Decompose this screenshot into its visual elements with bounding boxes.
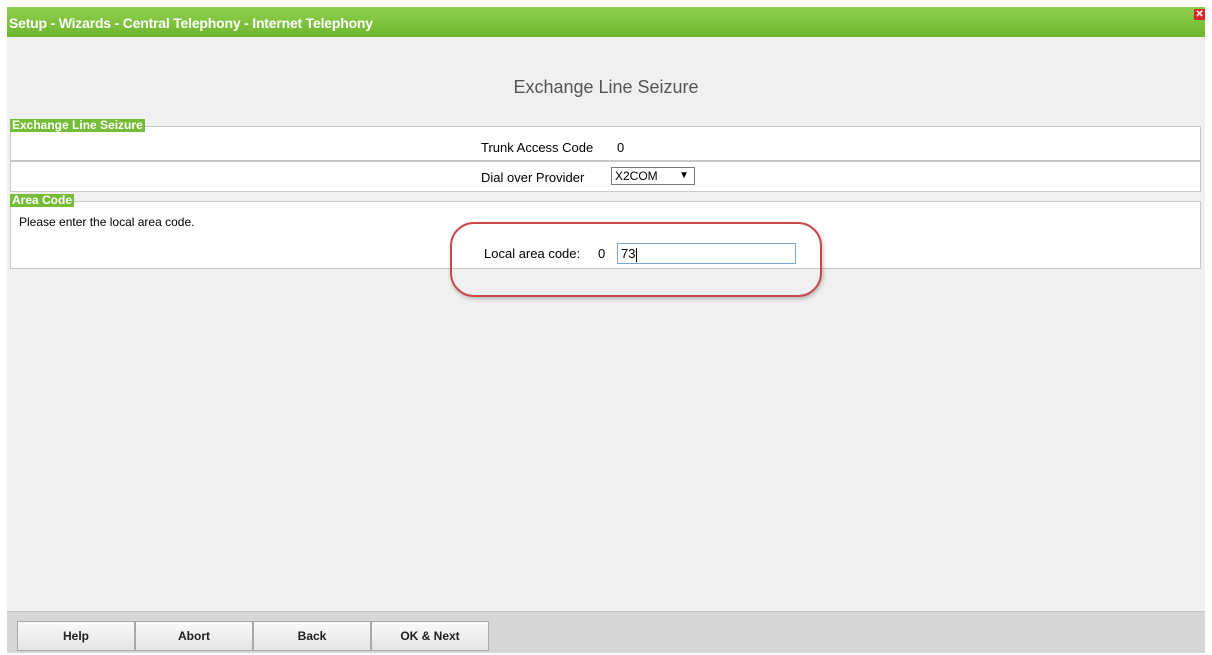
window-title: Setup - Wizards - Central Telephony - In… xyxy=(9,15,373,31)
footer-bar: Help Abort Back OK & Next xyxy=(7,611,1205,653)
dial-provider-select[interactable]: X2COM ▼ xyxy=(611,167,695,185)
highlight-annotation xyxy=(450,222,822,297)
trunk-access-value: 0 xyxy=(617,140,625,155)
chevron-down-icon: ▼ xyxy=(679,170,689,181)
dial-provider-value: X2COM xyxy=(615,169,658,183)
provider-row xyxy=(10,161,1201,192)
section-legend-area: Area Code xyxy=(10,193,75,207)
title-bar: Setup - Wizards - Central Telephony - In… xyxy=(7,7,1205,37)
help-button[interactable]: Help xyxy=(17,621,135,651)
abort-button[interactable]: Abort xyxy=(135,621,253,651)
wizard-window: Setup - Wizards - Central Telephony - In… xyxy=(7,7,1205,653)
section-legend-exchange: Exchange Line Seizure xyxy=(10,118,145,132)
ok-next-button[interactable]: OK & Next xyxy=(371,621,489,651)
back-button[interactable]: Back xyxy=(253,621,371,651)
close-icon[interactable]: ✕ xyxy=(1194,9,1205,20)
page-title: Exchange Line Seizure xyxy=(513,77,699,97)
trunk-row xyxy=(10,126,1201,161)
area-code-instruction: Please enter the local area code. xyxy=(19,215,195,229)
dial-provider-label: Dial over Provider xyxy=(481,170,585,185)
trunk-access-label: Trunk Access Code xyxy=(481,140,594,155)
